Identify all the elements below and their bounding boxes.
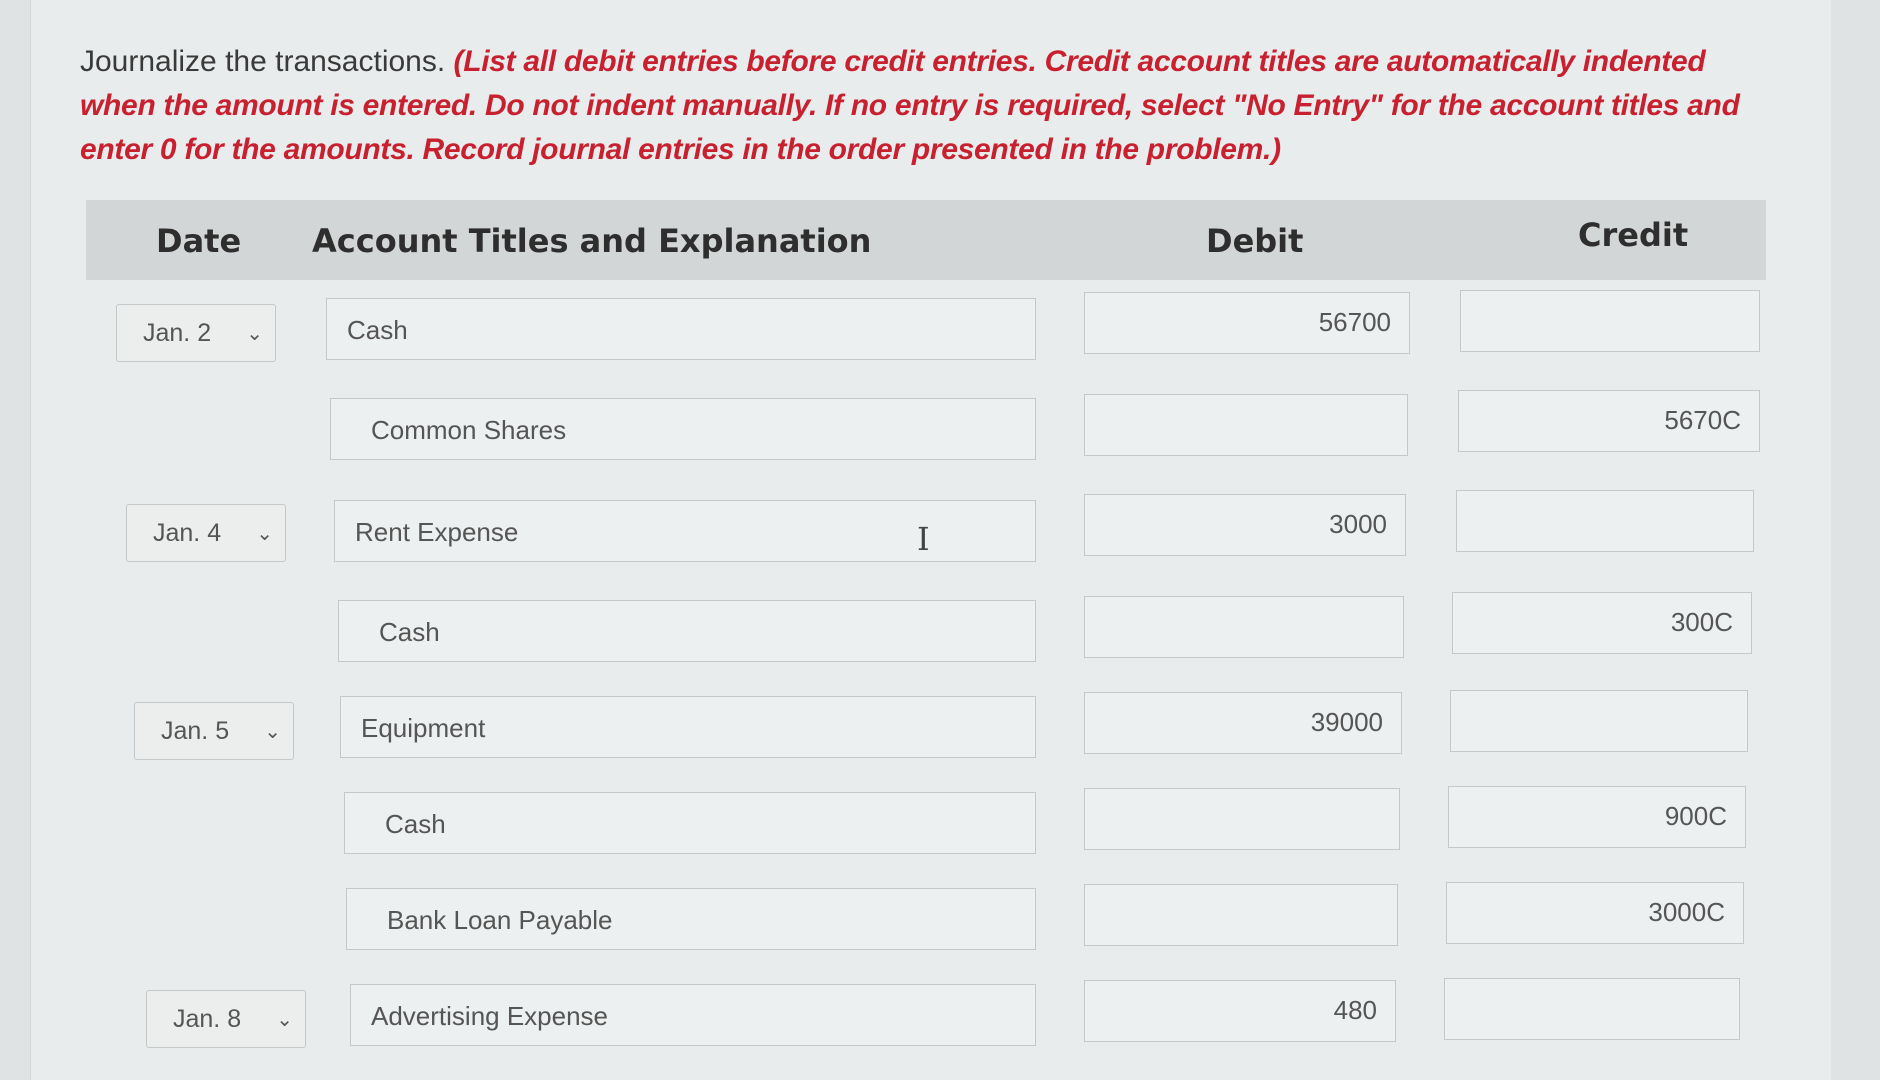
date-select-value: Jan. 5 [161, 717, 230, 745]
account-title-input[interactable]: Equipment [340, 696, 1036, 758]
date-header: Date [156, 222, 242, 260]
date-select-jan-5[interactable]: Jan. 5 ⌄ [134, 702, 294, 760]
text-cursor-icon: I [917, 520, 930, 558]
account-title-input[interactable]: Advertising Expense [350, 984, 1036, 1046]
date-select-jan-2[interactable]: Jan. 2 ⌄ [116, 304, 276, 362]
credit-input[interactable] [1450, 690, 1748, 752]
instructions: Journalize the transactions. (List all d… [80, 40, 1780, 172]
account-header: Account Titles and Explanation [312, 222, 872, 260]
chevron-down-icon: ⌄ [246, 323, 263, 345]
credit-input[interactable] [1444, 978, 1740, 1040]
journal-table-header: Date Account Titles and Explanation Debi… [86, 200, 1766, 280]
account-title-input[interactable]: Cash [326, 298, 1036, 360]
debit-input[interactable]: 56700 [1084, 292, 1410, 354]
debit-input[interactable] [1084, 788, 1400, 850]
date-select-jan-4[interactable]: Jan. 4 ⌄ [126, 504, 286, 562]
debit-input[interactable]: 39000 [1084, 692, 1402, 754]
date-select-value: Jan. 8 [173, 1005, 242, 1033]
account-title-input[interactable]: Bank Loan Payable [346, 888, 1036, 950]
instructions-lead: Journalize the transactions. [80, 45, 446, 78]
account-title-input[interactable]: Cash [344, 792, 1036, 854]
debit-input[interactable] [1084, 596, 1404, 658]
account-title-input[interactable]: Common Shares [330, 398, 1036, 460]
credit-input[interactable] [1456, 490, 1754, 552]
debit-header: Debit [1206, 222, 1304, 260]
date-select-jan-8[interactable]: Jan. 8 ⌄ [146, 990, 306, 1048]
credit-input[interactable]: 900C [1448, 786, 1746, 848]
credit-input[interactable] [1460, 290, 1760, 352]
debit-input[interactable]: 480 [1084, 980, 1396, 1042]
chevron-down-icon: ⌄ [256, 523, 273, 545]
credit-header: Credit [1578, 216, 1689, 254]
date-select-value: Jan. 4 [153, 519, 222, 547]
debit-input[interactable] [1084, 884, 1398, 946]
chevron-down-icon: ⌄ [264, 721, 281, 743]
credit-input[interactable]: 5670C [1458, 390, 1760, 452]
debit-input[interactable]: 3000 [1084, 494, 1406, 556]
date-select-value: Jan. 2 [143, 319, 212, 347]
debit-input[interactable] [1084, 394, 1408, 456]
chevron-down-icon: ⌄ [276, 1009, 293, 1031]
account-title-input[interactable]: Cash [338, 600, 1036, 662]
account-title-input[interactable]: Rent Expense [334, 500, 1036, 562]
credit-input[interactable]: 300C [1452, 592, 1752, 654]
credit-input[interactable]: 3000C [1446, 882, 1744, 944]
